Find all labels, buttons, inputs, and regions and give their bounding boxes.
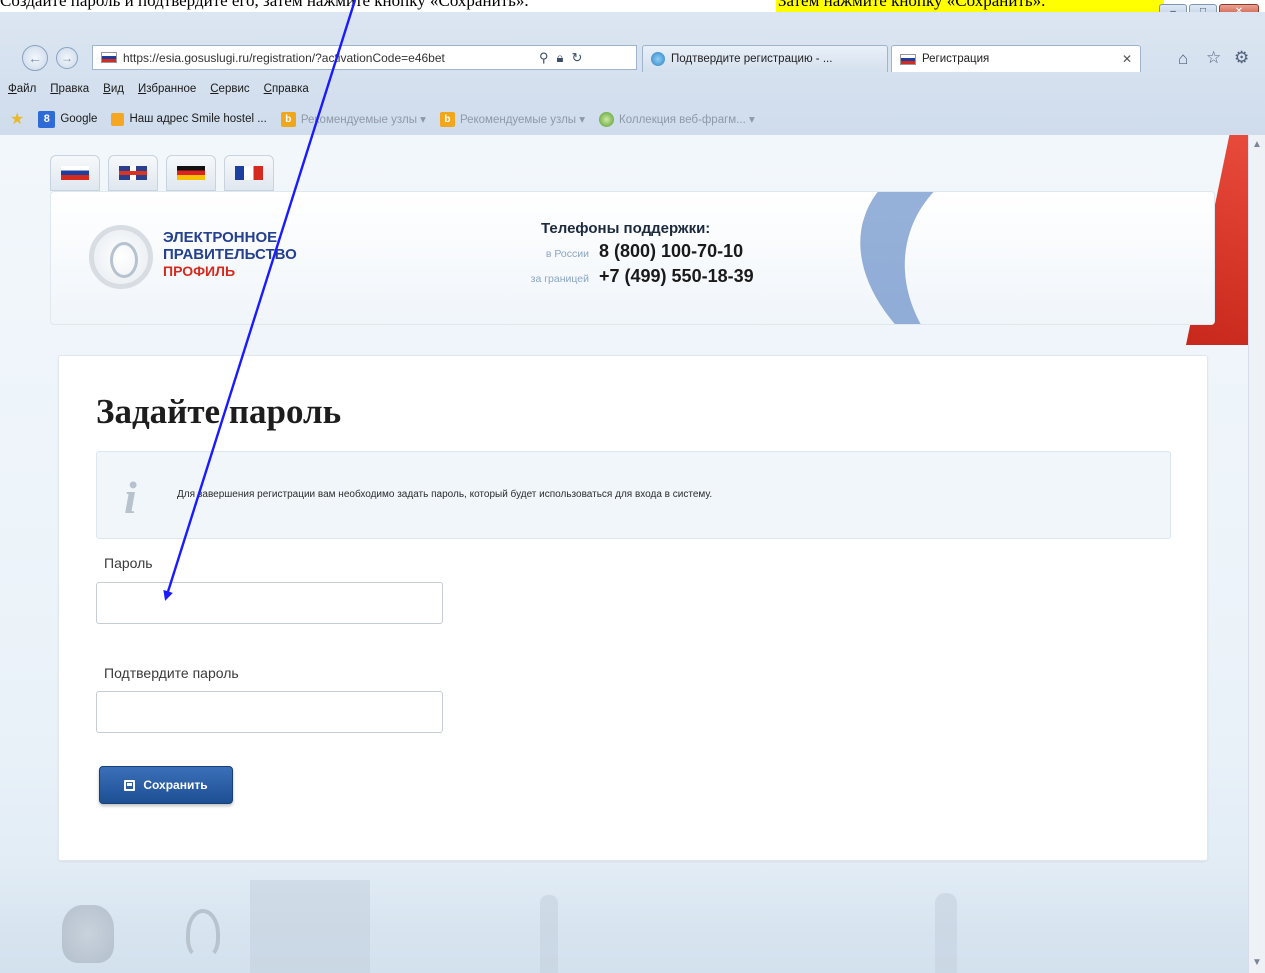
bing-icon: b <box>280 111 296 127</box>
favorite-google[interactable]: 8 Google <box>38 110 98 128</box>
save-disk-icon <box>124 779 136 791</box>
support-title: Телефоны поддержки: <box>541 220 711 237</box>
decorative-building <box>250 880 370 973</box>
info-icon: i <box>124 472 137 523</box>
favorite-web-slices[interactable]: Коллекция веб-фрагм... ▾ <box>599 111 755 127</box>
favorites-star-icon[interactable]: ☆ <box>1206 48 1221 68</box>
russian-flag-icon <box>61 166 89 180</box>
site-header: ЭЛЕКТРОННОЕ ПРАВИТЕЛЬСТВО ПРОФИЛЬ Телефо… <box>50 191 1215 325</box>
caption-highlight: Затем нажмите кнопку «Сохранить». <box>776 0 1164 12</box>
web-slice-icon <box>599 111 615 127</box>
menu-view[interactable]: Вид <box>103 83 124 95</box>
ie-icon <box>651 52 665 66</box>
bookmark-icon <box>111 112 125 126</box>
save-button[interactable]: Сохранить <box>99 766 233 804</box>
home-icon[interactable]: ⌂ <box>1178 49 1188 69</box>
menu-help[interactable]: Справка <box>264 83 309 95</box>
language-switcher <box>50 155 274 191</box>
decorative-figure <box>935 893 957 973</box>
caption-text: Создайте пароль и подтвердите его, затем… <box>0 0 529 10</box>
site-logo[interactable]: ЭЛЕКТРОННОЕ ПРАВИТЕЛЬСТВО ПРОФИЛЬ <box>163 229 297 280</box>
address-row: ← → https://esia.gosuslugi.ru/registrati… <box>0 42 1265 72</box>
language-de-button[interactable] <box>166 155 216 191</box>
favorite-suggested-sites-2[interactable]: b Рекомендуемые узлы ▾ <box>439 111 586 127</box>
scroll-up-arrow-icon[interactable]: ▲ <box>1249 135 1265 155</box>
info-text: Для завершения регистрации вам необходим… <box>177 489 713 500</box>
lock-icon[interactable]: 🔒︎ <box>557 50 564 66</box>
confirm-password-label: Подтвердите пароль <box>104 665 239 681</box>
favorites-bar: ★ 8 Google Наш адрес Smile hostel ... b … <box>0 106 1265 132</box>
favorites-star-icon[interactable]: ★ <box>10 109 24 129</box>
info-notice: i Для завершения регистрации вам необход… <box>96 451 1171 539</box>
menu-file[interactable]: Файл <box>8 83 36 95</box>
phone-number: 8 (800) 100-70-10 <box>599 241 744 261</box>
tab-confirm-registration[interactable]: Подтвердите регистрацию - ... <box>642 45 888 72</box>
password-form: Задайте пароль i Для завершения регистра… <box>58 355 1208 861</box>
uk-flag-icon <box>119 166 147 180</box>
search-icon[interactable]: ⚲ <box>539 50 549 66</box>
google-icon: 8 <box>38 110 56 128</box>
save-button-label: Сохранить <box>143 778 208 792</box>
logo-line-3: ПРОФИЛЬ <box>163 263 236 279</box>
gear-icon[interactable]: ⚙ <box>1234 48 1249 68</box>
page-viewport: ЭЛЕКТРОННОЕ ПРАВИТЕЛЬСТВО ПРОФИЛЬ Телефо… <box>0 135 1248 973</box>
forward-button[interactable]: → <box>56 47 78 69</box>
password-label: Пароль <box>104 555 153 571</box>
tab-label: Регистрация <box>922 53 990 65</box>
language-ru-button[interactable] <box>50 155 100 191</box>
menu-edit[interactable]: Правка <box>50 83 89 95</box>
favorite-label: Рекомендуемые узлы ▾ <box>459 114 586 126</box>
favorite-label: Google <box>60 113 98 125</box>
french-flag-icon <box>235 166 263 180</box>
russian-flag-icon <box>101 52 117 63</box>
page-title: Задайте пароль <box>96 392 342 431</box>
favorite-label: Рекомендуемые узлы ▾ <box>300 114 426 126</box>
logo-line-1: ЭЛЕКТРОННОЕ <box>163 229 278 246</box>
decorative-figure <box>540 895 558 973</box>
logo-line-2: ПРАВИТЕЛЬСТВО <box>163 246 297 263</box>
caption-highlight-text: Затем нажмите кнопку «Сохранить». <box>778 0 1046 10</box>
bing-icon: b <box>439 111 455 127</box>
phone-row-abroad: за границей +7 (499) 550-18-39 <box>491 266 754 287</box>
decorative-swoosh <box>824 192 1214 324</box>
support-phones: Телефоны поддержки: в России 8 (800) 100… <box>491 220 754 287</box>
favorite-suggested-sites-1[interactable]: b Рекомендуемые узлы ▾ <box>280 111 426 127</box>
coat-of-arms-icon <box>62 905 114 963</box>
browser-chrome: ← → https://esia.gosuslugi.ru/registrati… <box>0 12 1265 135</box>
caption-strip: Создайте пароль и подтвердите его, затем… <box>0 0 1265 12</box>
refresh-icon[interactable]: ↻ <box>571 50 582 66</box>
favorite-label: Наш адрес Smile hostel ... <box>129 113 267 125</box>
tab-close-icon[interactable]: ✕ <box>1122 52 1132 66</box>
phone-label: в России <box>545 248 589 260</box>
tab-registration[interactable]: Регистрация ✕ <box>891 45 1141 72</box>
vertical-scrollbar[interactable]: ▲ ▼ <box>1248 135 1265 973</box>
language-fr-button[interactable] <box>224 155 274 191</box>
favorite-smile-hostel[interactable]: Наш адрес Smile hostel ... <box>111 112 267 126</box>
phone-number: +7 (499) 550-18-39 <box>599 266 754 286</box>
phone-row-russia: в России 8 (800) 100-70-10 <box>491 241 754 262</box>
tab-label: Подтвердите регистрацию - ... <box>671 53 833 65</box>
scroll-down-arrow-icon[interactable]: ▼ <box>1249 953 1265 973</box>
menu-tools[interactable]: Сервис <box>210 83 249 95</box>
confirm-password-input[interactable] <box>96 691 443 733</box>
back-button[interactable]: ← <box>22 45 48 71</box>
german-flag-icon <box>177 166 205 180</box>
language-en-button[interactable] <box>108 155 158 191</box>
page-footer <box>0 865 1248 973</box>
address-bar[interactable]: https://esia.gosuslugi.ru/registration/?… <box>92 45 637 70</box>
logo-emblem-icon[interactable] <box>89 225 153 289</box>
menu-bar: Файл Правка Вид Избранное Сервис Справка <box>0 78 1265 100</box>
menu-favorites[interactable]: Избранное <box>138 83 196 95</box>
hearing-icon[interactable] <box>186 909 220 959</box>
russian-flag-icon <box>900 53 916 65</box>
address-url[interactable]: https://esia.gosuslugi.ru/registration/?… <box>123 51 533 65</box>
password-input[interactable] <box>96 582 443 624</box>
address-actions: ⚲ 🔒︎ ↻ <box>539 50 582 66</box>
favorite-label: Коллекция веб-фрагм... ▾ <box>619 114 755 126</box>
phone-label: за границей <box>530 273 589 285</box>
